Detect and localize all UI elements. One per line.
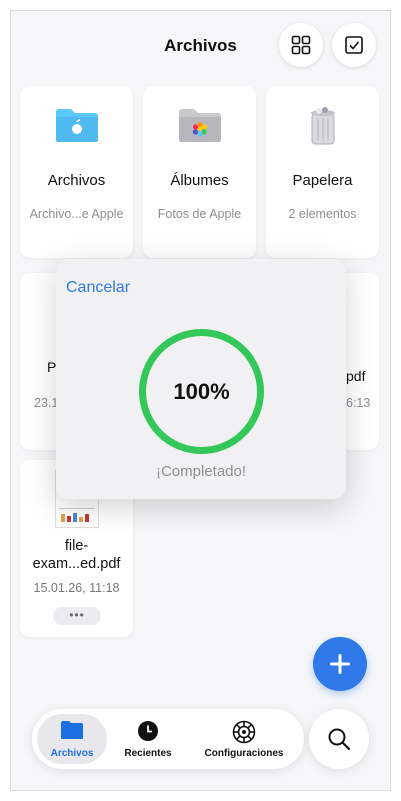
hidden-file-date: 23.1: [34, 396, 59, 410]
folder-card-papelera[interactable]: Papelera 2 elementos: [266, 86, 379, 258]
grid-view-button[interactable]: [279, 23, 323, 67]
trash-icon: [310, 107, 335, 145]
select-button[interactable]: [332, 23, 376, 67]
card-subtitle: 2 elementos: [288, 207, 357, 221]
search-icon: [328, 728, 351, 751]
card-name: Archivos: [47, 172, 106, 189]
more-options-button[interactable]: •••: [53, 607, 101, 625]
folder-icon: [55, 109, 98, 142]
photos-folder-icon: [178, 109, 221, 142]
tab-label: Archivos: [50, 748, 94, 759]
tab-label: Configuraciones: [204, 748, 284, 759]
hidden-file-name: P: [47, 359, 57, 375]
file-date: 15.01.26, 11:18: [33, 581, 120, 595]
screen: Archivos Archivos Archivo...e Apple Álbu…: [10, 10, 391, 791]
progress-percentage: 100%: [173, 378, 230, 404]
upload-progress-dialog: Cancelar 100% ¡Completado!: [56, 259, 346, 499]
add-button[interactable]: [313, 637, 367, 691]
checkbox-icon: [345, 36, 363, 54]
folder-icon: [61, 721, 83, 739]
plus-icon: [330, 654, 350, 674]
card-name: Papelera: [292, 172, 353, 189]
card-subtitle: Fotos de Apple: [157, 207, 242, 221]
folder-card-archivos[interactable]: Archivos Archivo...e Apple: [20, 86, 133, 258]
card-name: Álbumes: [170, 172, 229, 189]
grid-icon: [291, 35, 311, 55]
file-name: file- exam...ed.pdf: [32, 538, 121, 572]
clock-icon: [138, 721, 158, 741]
card-subtitle: Archivo...e Apple: [29, 207, 124, 221]
search-button[interactable]: [309, 709, 369, 769]
tab-recientes[interactable]: Recientes: [114, 714, 182, 764]
tab-archivos[interactable]: Archivos: [37, 714, 107, 764]
folder-card-albumes[interactable]: Álbumes Fotos de Apple: [143, 86, 256, 258]
tab-configuraciones[interactable]: Configuraciones: [194, 714, 294, 764]
tab-bar: Archivos Recientes Configuraciones: [32, 709, 304, 769]
tab-label: Recientes: [124, 748, 172, 759]
gear-icon: [232, 720, 256, 744]
progress-status: ¡Completado!: [155, 463, 247, 480]
cancel-button[interactable]: Cancelar: [66, 279, 130, 297]
hidden-file-date: 6:13: [346, 396, 371, 410]
hidden-file-name: pdf: [346, 368, 366, 384]
